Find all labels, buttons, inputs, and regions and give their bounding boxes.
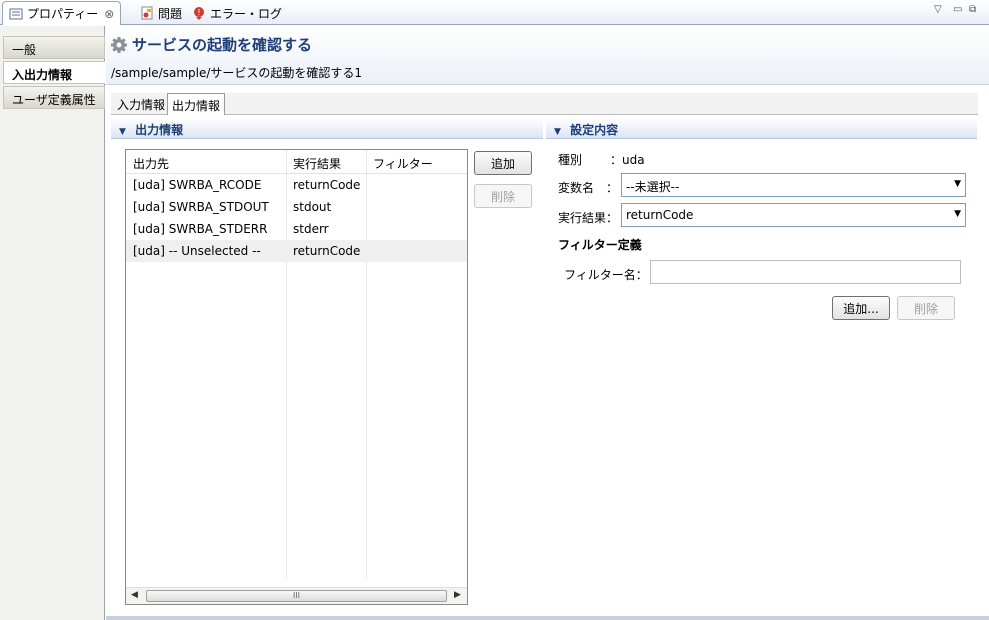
restore-icon[interactable]: ⧉ (969, 4, 976, 15)
problems-icon (140, 6, 154, 20)
tab-error-log-label: エラー・ログ (210, 6, 283, 21)
properties-icon (9, 7, 23, 21)
tab-error-log[interactable]: ! エラー・ログ (186, 1, 288, 25)
type-label: 種別 (558, 153, 583, 167)
collapse-triangle-icon[interactable]: ▼ (119, 127, 126, 137)
scrollbar-thumb[interactable]: III (146, 590, 447, 602)
cell-result: returnCode (293, 244, 361, 258)
cell-destination: [uda] SWRBA_STDERR (133, 222, 268, 236)
result-label: 実行結果： (558, 211, 619, 225)
section-title: 設定内容 (570, 123, 619, 137)
page-title: サービスの起動を確認する (110, 34, 312, 55)
collapse-triangle-icon[interactable]: ▼ (554, 127, 561, 137)
sidebar-item-label: ユーザ定義属性 (12, 93, 96, 107)
tab-output-info[interactable]: 出力情報 (167, 93, 226, 115)
variable-name-select[interactable]: --未選択-- ▼ (621, 173, 966, 197)
output-table[interactable]: 出力先 実行結果 フィルター [uda] SWRBA_RCODE returnC… (125, 149, 468, 605)
scroll-left-icon[interactable]: ◀ (131, 590, 138, 600)
cell-result: stdout (293, 200, 332, 214)
page-title-text: サービスの起動を確認する (132, 36, 313, 54)
sidebar-item-label: 一般 (12, 43, 37, 57)
cell-destination: [uda] SWRBA_RCODE (133, 178, 262, 192)
settings-section-header[interactable]: ▼ 設定内容 (546, 118, 977, 139)
horizontal-scrollbar[interactable]: ◀ III ▶ (126, 587, 467, 604)
tab-label: 出力情報 (172, 99, 221, 113)
output-section-header[interactable]: ▼ 出力情報 (111, 118, 543, 139)
io-subtab-bar: 入力情報 出力情報 (111, 93, 978, 115)
sidebar-item-general[interactable]: 一般 (3, 36, 105, 59)
result-value: returnCode (626, 208, 694, 222)
section-title: 出力情報 (135, 123, 184, 137)
sidebar-item-user-attributes[interactable]: ユーザ定義属性 (3, 86, 105, 109)
tab-problems-label: 問題 (158, 6, 183, 21)
variable-name-label: 変数名 ： (558, 181, 619, 195)
table-row-selected[interactable]: [uda] -- Unselected -- returnCode (126, 240, 467, 262)
column-header-filter[interactable]: フィルター (373, 155, 433, 172)
view-tab-bar: プロパティー ⊗ 問題 ! エラー・ログ ▽ ▭ ⧉ (0, 0, 989, 25)
gear-icon (110, 36, 128, 54)
sidebar-item-io-info[interactable]: 入出力情報 (3, 61, 105, 84)
breadcrumb: /sample/sample/サービスの起動を確認する1 (111, 66, 363, 80)
cell-result: stderr (293, 222, 329, 236)
filter-name-input[interactable] (650, 260, 961, 284)
table-row[interactable]: [uda] SWRBA_RCODE returnCode (126, 174, 467, 196)
filter-definition-title: フィルター定義 (558, 238, 642, 252)
sidebar-item-label: 入出力情報 (12, 68, 73, 82)
view-menu-icon[interactable]: ▽ (934, 4, 942, 15)
column-header-result[interactable]: 実行結果 (293, 155, 341, 172)
delete-filter-button[interactable]: 削除 (897, 296, 955, 320)
cell-destination: [uda] -- Unselected -- (133, 244, 261, 258)
tab-properties[interactable]: プロパティー ⊗ (2, 1, 122, 25)
tab-problems[interactable]: 問題 (134, 1, 188, 25)
cell-result: returnCode (293, 178, 361, 192)
variable-name-value: --未選択-- (626, 180, 680, 194)
page-header: サービスの起動を確認する /sample/sample/サービスの起動を確認する… (106, 26, 989, 85)
result-select[interactable]: returnCode ▼ (621, 203, 966, 227)
tab-input-info[interactable]: 入力情報 (113, 93, 169, 115)
tab-properties-label: プロパティー (27, 7, 99, 21)
chevron-down-icon[interactable]: ▼ (954, 179, 961, 189)
table-row[interactable]: [uda] SWRBA_STDERR stderr (126, 218, 467, 240)
tab-label: 入力情報 (117, 98, 166, 112)
cell-destination: [uda] SWRBA_STDOUT (133, 200, 269, 214)
type-value: ：uda (610, 153, 645, 167)
table-header: 出力先 実行結果 フィルター (126, 150, 467, 174)
column-header-destination[interactable]: 出力先 (133, 155, 169, 172)
minimize-icon[interactable]: ▭ (953, 4, 962, 15)
scroll-right-icon[interactable]: ▶ (454, 590, 461, 600)
filter-name-label: フィルター名： (564, 268, 648, 282)
chevron-down-icon[interactable]: ▼ (954, 209, 961, 219)
close-icon[interactable]: ⊗ (104, 7, 114, 21)
delete-output-button[interactable]: 削除 (474, 184, 532, 208)
table-row[interactable]: [uda] SWRBA_STDOUT stdout (126, 196, 467, 218)
svg-text:!: ! (197, 8, 200, 17)
property-sidebar: 一般 入出力情報 ユーザ定義属性 (0, 26, 105, 620)
panel-bottom-border (106, 616, 989, 620)
error-log-icon: ! (192, 6, 206, 20)
add-filter-button[interactable]: 追加... (832, 296, 890, 320)
add-output-button[interactable]: 追加 (474, 151, 532, 175)
